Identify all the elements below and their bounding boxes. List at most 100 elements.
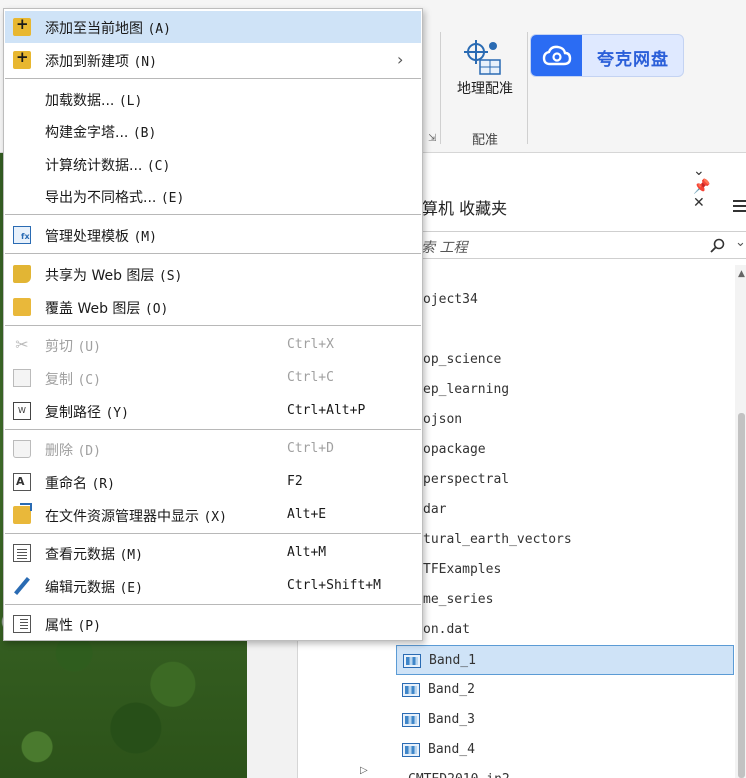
georeference-label: 地理配准	[457, 81, 513, 97]
access-key: (N)	[133, 55, 157, 70]
raster-item-band-1[interactable]: Band_1	[396, 645, 734, 675]
cloud-icon	[531, 35, 582, 76]
tree-item[interactable]: me_series	[423, 585, 493, 615]
tree-item[interactable]: CMTED2010_in2	[408, 765, 510, 778]
tree-expander-icon[interactable]: ▷	[360, 765, 368, 776]
ribbon-group-label: 配准	[471, 133, 498, 148]
menu-item-manage-templates[interactable]: 管理处理模板 (M)	[5, 219, 421, 251]
access-key: (C)	[77, 373, 101, 388]
scroll-up-icon[interactable]: ▲	[738, 269, 745, 279]
catalog-tabs[interactable]: 算机 收藏夹	[422, 195, 507, 219]
raster-label: Band_2	[428, 682, 475, 697]
menu-item-show-in-explorer[interactable]: 在文件资源管理器中显示 (X) Alt+E	[5, 499, 421, 531]
processing-template-icon	[13, 226, 31, 244]
raster-label: Band_1	[429, 653, 476, 668]
shortcut: Ctrl+D	[287, 441, 334, 456]
view-metadata-icon	[13, 544, 31, 562]
menu-item-load-data[interactable]: 加载数据... (L)	[5, 83, 421, 115]
raster-item-band-4[interactable]: Band_4	[396, 735, 734, 765]
scrollbar-thumb[interactable]	[738, 413, 745, 778]
menu-item-build-pyramids[interactable]: 构建金字塔... (B)	[5, 115, 421, 147]
tree-item[interactable]: ep_learning	[423, 375, 509, 405]
menu-item-label: 编辑元数据	[45, 580, 115, 596]
menu-item-rename[interactable]: 重命名 (R) F2	[5, 466, 421, 498]
raster-item-band-2[interactable]: Band_2	[396, 675, 734, 705]
share-web-layer-icon	[13, 265, 31, 283]
menu-separator	[5, 78, 421, 79]
access-key: (C)	[146, 159, 171, 174]
ribbon-separator	[440, 32, 441, 144]
menu-item-label: 复制路径	[45, 405, 101, 421]
shortcut: F2	[287, 474, 303, 489]
tree-item[interactable]: opackage	[423, 435, 486, 465]
menu-item-label: 删除	[45, 443, 73, 459]
tree-item[interactable]: perspectral	[423, 465, 509, 495]
georeference-button[interactable]: 地理配准 配准	[445, 30, 525, 150]
menu-icon[interactable]	[733, 199, 746, 213]
access-key: (U)	[77, 340, 101, 355]
tree-item[interactable]: on.dat	[423, 615, 470, 645]
menu-item-label: 添加到新建项	[45, 54, 129, 70]
menu-item-add-to-current-map[interactable]: 添加至当前地图 (A)	[5, 11, 421, 43]
folder-plus-icon	[13, 48, 31, 69]
quark-cloud-button[interactable]: 夸克网盘	[530, 34, 684, 77]
menu-item-label: 重命名	[45, 476, 87, 492]
access-key: (P)	[77, 619, 101, 634]
access-key: (Y)	[105, 406, 129, 421]
tree-item[interactable]: TFExamples	[423, 555, 501, 585]
menu-separator	[5, 429, 421, 430]
menu-item-label: 属性	[45, 618, 73, 634]
tree-item[interactable]: ojson	[423, 405, 462, 435]
menu-separator	[5, 253, 421, 254]
raster-label: Band_4	[428, 742, 475, 757]
tree-item[interactable]: oject34	[423, 285, 478, 315]
cloud-button-label: 夸克网盘	[597, 50, 669, 70]
menu-item-label: 计算统计数据...	[45, 158, 143, 174]
tree-item[interactable]: dar	[423, 495, 446, 525]
georeference-icon	[464, 40, 501, 75]
menu-item-add-to-new[interactable]: 添加到新建项 (N) ›	[5, 44, 421, 76]
access-key: (O)	[144, 302, 169, 317]
access-key: (E)	[160, 191, 185, 206]
overwrite-web-layer-icon	[13, 298, 31, 316]
menu-item-share-web-layer[interactable]: 共享为 Web 图层 (S)	[5, 258, 421, 290]
access-key: (L)	[118, 94, 143, 109]
access-key: (M)	[133, 230, 157, 245]
menu-item-label: 管理处理模板	[45, 229, 129, 245]
search-icon[interactable]	[710, 238, 725, 253]
raster-icon	[402, 743, 420, 757]
menu-item-view-metadata[interactable]: 查看元数据 (M) Alt+M	[5, 537, 421, 569]
access-key: (A)	[147, 22, 171, 37]
menu-separator	[5, 533, 421, 534]
menu-item-copy-path[interactable]: 复制路径 (Y) Ctrl+Alt+P	[5, 395, 421, 427]
access-key: (S)	[158, 269, 183, 284]
menu-item-calculate-statistics[interactable]: 计算统计数据... (C)	[5, 148, 421, 180]
context-menu: 添加至当前地图 (A) 添加到新建项 (N) › 加载数据... (L) 构建金…	[3, 8, 423, 641]
menu-item-edit-metadata[interactable]: 编辑元数据 (E) Ctrl+Shift+M	[5, 570, 421, 602]
dialog-launcher-icon[interactable]: ⇲	[428, 133, 436, 144]
menu-item-label: 共享为 Web 图层	[45, 268, 155, 284]
menu-separator	[5, 604, 421, 605]
tree-item[interactable]: tural_earth_vectors	[423, 525, 572, 555]
menu-item-label: 覆盖 Web 图层	[45, 301, 141, 317]
menu-item-label: 添加至当前地图	[45, 21, 143, 37]
tree-item[interactable]: op_science	[423, 345, 501, 375]
menu-separator	[5, 325, 421, 326]
access-key: (M)	[119, 548, 143, 563]
menu-item-copy[interactable]: 复制 (C) Ctrl+C	[5, 362, 421, 394]
menu-item-delete[interactable]: 删除 (D) Ctrl+D	[5, 433, 421, 465]
menu-item-cut[interactable]: ✂ 剪切 (U) Ctrl+X	[5, 329, 421, 361]
edit-metadata-icon	[13, 577, 31, 595]
search-placeholder: 索 工程	[421, 240, 468, 256]
menu-item-export-format[interactable]: 导出为不同格式... (E)	[5, 180, 421, 212]
raster-icon	[403, 654, 421, 668]
shortcut: Alt+M	[287, 545, 327, 560]
trash-icon	[13, 440, 31, 458]
shortcut: Ctrl+C	[287, 370, 334, 385]
access-key: (R)	[91, 477, 115, 492]
menu-item-properties[interactable]: 属性 (P)	[5, 608, 421, 640]
raster-item-band-3[interactable]: Band_3	[396, 705, 734, 735]
chevron-down-icon[interactable]: ⌄	[735, 235, 746, 250]
menu-item-overwrite-web-layer[interactable]: 覆盖 Web 图层 (O)	[5, 291, 421, 323]
catalog-search-input[interactable]: 索 工程 ⌄	[408, 231, 746, 259]
